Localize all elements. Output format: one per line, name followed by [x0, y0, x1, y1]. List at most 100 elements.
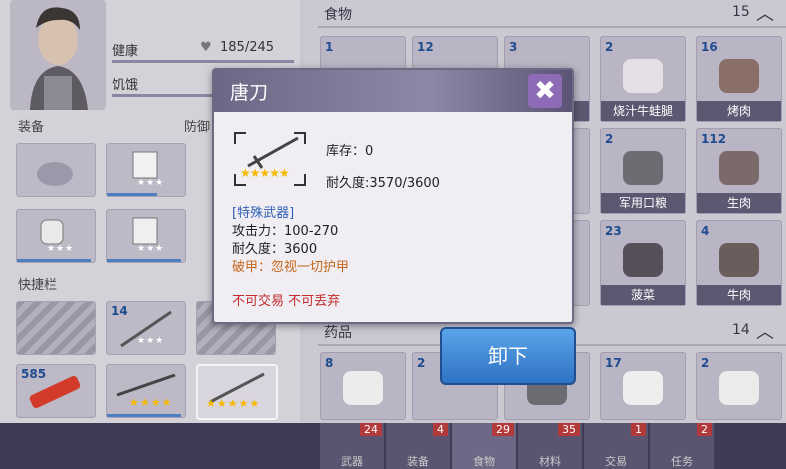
item-count: 2 [417, 356, 426, 370]
quickbar-title: 快捷栏 [18, 278, 58, 293]
item-count: 12 [417, 40, 434, 54]
equip-slot-hands[interactable]: ★★★ [16, 209, 96, 263]
equip-slot-head[interactable] [16, 143, 96, 197]
crossbow-icon [116, 373, 176, 397]
hat-icon [37, 162, 73, 186]
medicine-section-title: 药品 [324, 325, 352, 341]
medicine-item[interactable]: 2 [696, 352, 782, 420]
attack-text: 攻击力：100-270 [232, 224, 339, 239]
tab-food[interactable]: 29 食物 [452, 423, 517, 469]
quick-slot-crossbow[interactable]: ★★★★ [106, 364, 186, 418]
item-name: 烤肉 [697, 101, 781, 121]
tab-badge: 2 [697, 423, 712, 436]
pants-icon [132, 217, 158, 245]
raw-meat-icon [719, 151, 759, 185]
item-count: 4 [701, 224, 710, 238]
divider [318, 26, 786, 28]
quick-slot-spear[interactable]: 14 ★★★ [106, 301, 186, 355]
item-name: 菠菜 [601, 285, 685, 305]
item-stars: ★★★ [137, 244, 165, 254]
tab-badge: 29 [492, 423, 514, 436]
unequip-button[interactable]: 卸下 [440, 327, 576, 385]
tab-equipment[interactable]: 4 装备 [386, 423, 451, 469]
food-item[interactable]: 23 菠菜 [600, 220, 686, 306]
item-count: 112 [701, 132, 727, 146]
food-item[interactable]: 112 生肉 [696, 128, 782, 214]
bandage-icon [343, 371, 383, 405]
tab-label: 材料 [539, 455, 561, 468]
item-count: 585 [21, 367, 47, 381]
stock-text: 库存：0 [326, 144, 374, 159]
restriction-text: 不可交易 不可丢弃 [232, 294, 341, 309]
food-item[interactable]: 2 军用口粮 [600, 128, 686, 214]
item-name: 牛肉 [697, 285, 781, 305]
durability-text: 耐久度：3600 [232, 242, 318, 257]
health-bar [112, 60, 294, 63]
item-count: 16 [701, 40, 718, 54]
item-stars: ★★★★★ [206, 397, 261, 410]
item-count: 17 [605, 356, 622, 370]
item-count: 2 [701, 356, 710, 370]
item-name: 军用口粮 [601, 193, 685, 213]
tab-badge: 24 [360, 423, 382, 436]
quick-slot-empty[interactable] [16, 301, 96, 355]
character-portrait [10, 0, 106, 110]
defense-title: 防御 [184, 120, 211, 135]
item-stars: ★★★ [137, 336, 165, 346]
item-name: 烧汁牛蛙腿 [601, 101, 685, 121]
durability-line: 耐久度:3570/3600 [326, 176, 440, 191]
modal-header: 唐刀 ✖ [214, 70, 572, 112]
quick-slot-tang-dao-selected[interactable]: ★★★★★ [196, 364, 278, 420]
equip-slot-body[interactable]: ★★★ [106, 143, 186, 197]
pills-icon [623, 371, 663, 405]
quick-slot-dynamite[interactable]: 585 [16, 364, 96, 418]
item-count: 8 [325, 356, 334, 370]
tab-weapons[interactable]: 24 武器 [320, 423, 385, 469]
item-stars: ★★★ [137, 178, 165, 188]
health-value: 185/245 [220, 40, 275, 55]
equip-title: 装备 [18, 120, 45, 135]
item-count: 23 [605, 224, 622, 238]
item-count: 3 [509, 40, 518, 54]
ration-icon [623, 151, 663, 185]
tab-quests[interactable]: 2 任务 [650, 423, 715, 469]
category-text: [特殊武器] [232, 206, 295, 221]
bandage-icon [719, 371, 759, 405]
item-detail-modal: 唐刀 ✖ ★★★★★ 库存：0 耐久度:3570/3600 [特殊武器] 攻击力… [212, 68, 574, 324]
tab-label: 食物 [473, 455, 495, 468]
item-stars: ★★★★★ [240, 166, 290, 180]
durability-bar [107, 193, 157, 196]
medicine-item[interactable]: 17 [600, 352, 686, 420]
frog-legs-icon [623, 59, 663, 93]
food-section-title: 食物 [324, 7, 352, 23]
tab-trade[interactable]: 1 交易 [584, 423, 649, 469]
chevron-up-icon[interactable]: ︿ [756, 0, 774, 26]
chevron-up-icon[interactable]: ︿ [756, 318, 774, 344]
item-name: 生肉 [697, 193, 781, 213]
item-count: 2 [605, 40, 614, 54]
armor-break-text: 破甲：忽视一切护甲 [232, 260, 350, 275]
item-stars: ★★★★ [129, 396, 173, 409]
equip-slot-legs[interactable]: ★★★ [106, 209, 186, 263]
modal-title: 唐刀 [230, 82, 269, 104]
food-item[interactable]: 2 烧汁牛蛙腿 [600, 36, 686, 122]
item-count: 1 [325, 40, 334, 54]
tab-label: 任务 [671, 455, 693, 468]
medicine-section-count: 14 [732, 322, 750, 338]
close-icon: ✖ [534, 76, 556, 106]
tab-label: 武器 [341, 455, 363, 468]
close-button[interactable]: ✖ [528, 74, 562, 108]
glove-icon [40, 219, 64, 245]
food-item[interactable]: 4 牛肉 [696, 220, 782, 306]
durability-bar [17, 259, 91, 262]
food-item[interactable]: 16 烤肉 [696, 36, 782, 122]
tab-badge: 1 [631, 423, 646, 436]
tab-badge: 4 [433, 423, 448, 436]
hunger-label: 饥饿 [112, 78, 139, 93]
tab-badge: 35 [558, 423, 580, 436]
item-icon-frame: ★★★★★ [234, 132, 306, 186]
sword-icon [247, 136, 299, 169]
medicine-item[interactable]: 8 [320, 352, 406, 420]
heart-icon: ♥ [200, 40, 212, 55]
tab-materials[interactable]: 35 材料 [518, 423, 583, 469]
